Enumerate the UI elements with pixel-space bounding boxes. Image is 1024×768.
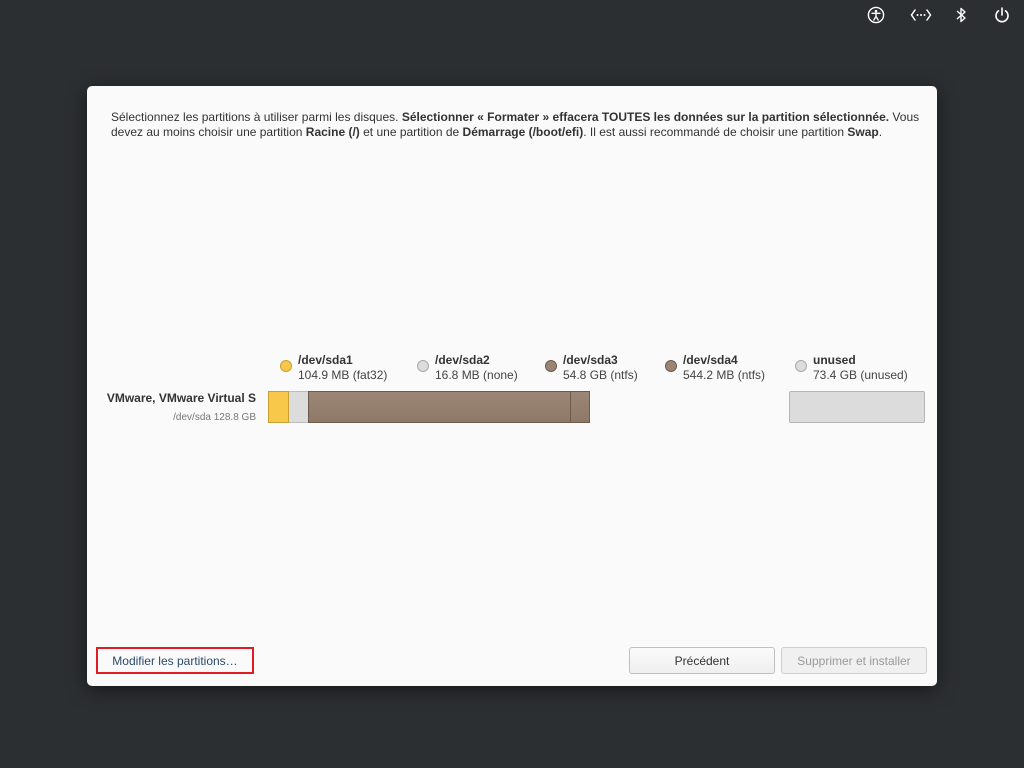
bluetooth-icon[interactable] <box>952 6 970 24</box>
partition-block-unused[interactable] <box>789 391 925 423</box>
instructions-warning: Sélectionner « Formater » effacera TOUTE… <box>401 110 890 124</box>
partition-color-dot <box>795 360 807 372</box>
instructions-root: Racine (/) <box>305 125 360 139</box>
power-icon[interactable] <box>993 6 1011 24</box>
partition-color-dot <box>545 360 557 372</box>
instructions-part: . Il est aussi recommandé de choisir une… <box>583 125 848 139</box>
instructions-part: . <box>878 125 883 139</box>
modify-partitions-button[interactable]: Modifier les partitions… <box>96 647 254 674</box>
partition-block-sda2[interactable] <box>289 391 308 423</box>
partition-name: /dev/sda4 <box>683 353 738 367</box>
partition-color-dot <box>665 360 677 372</box>
partition-block-sda3[interactable] <box>308 391 571 423</box>
erase-and-install-button[interactable]: Supprimer et installer <box>781 647 927 674</box>
partition-detail: 54.8 GB (ntfs) <box>563 368 638 382</box>
partition-name: /dev/sda3 <box>563 353 618 367</box>
top-panel <box>0 0 1024 30</box>
accessibility-icon[interactable] <box>867 6 885 24</box>
partition-detail: 73.4 GB (unused) <box>813 368 908 382</box>
installer-dialog: Sélectionnez les partitions à utiliser p… <box>87 86 937 686</box>
partition-color-dot <box>280 360 292 372</box>
instructions-text: Sélectionnez les partitions à utiliser p… <box>111 110 921 140</box>
instructions-boot: Démarrage (/boot/efi) <box>462 125 584 139</box>
partition-name: unused <box>813 353 856 367</box>
partition-detail: 104.9 MB (fat32) <box>298 368 388 382</box>
instructions-part: et une partition de <box>359 125 463 139</box>
partition-block-sda4[interactable] <box>570 391 590 423</box>
partition-detail: 544.2 MB (ntfs) <box>683 368 766 382</box>
partition-name: /dev/sda2 <box>435 353 490 367</box>
partition-color-dot <box>417 360 429 372</box>
disk-info: /dev/sda 128.8 GB <box>173 412 256 423</box>
back-button[interactable]: Précédent <box>629 647 775 674</box>
disk-name: VMware, VMware Virtual S <box>106 391 256 405</box>
instructions-swap: Swap <box>847 125 879 139</box>
instructions-part: Sélectionnez les partitions à utiliser p… <box>111 110 402 124</box>
partition-name: /dev/sda1 <box>298 353 353 367</box>
partition-block-sda1[interactable] <box>268 391 289 423</box>
network-icon[interactable] <box>910 6 932 24</box>
partition-detail: 16.8 MB (none) <box>435 368 518 382</box>
